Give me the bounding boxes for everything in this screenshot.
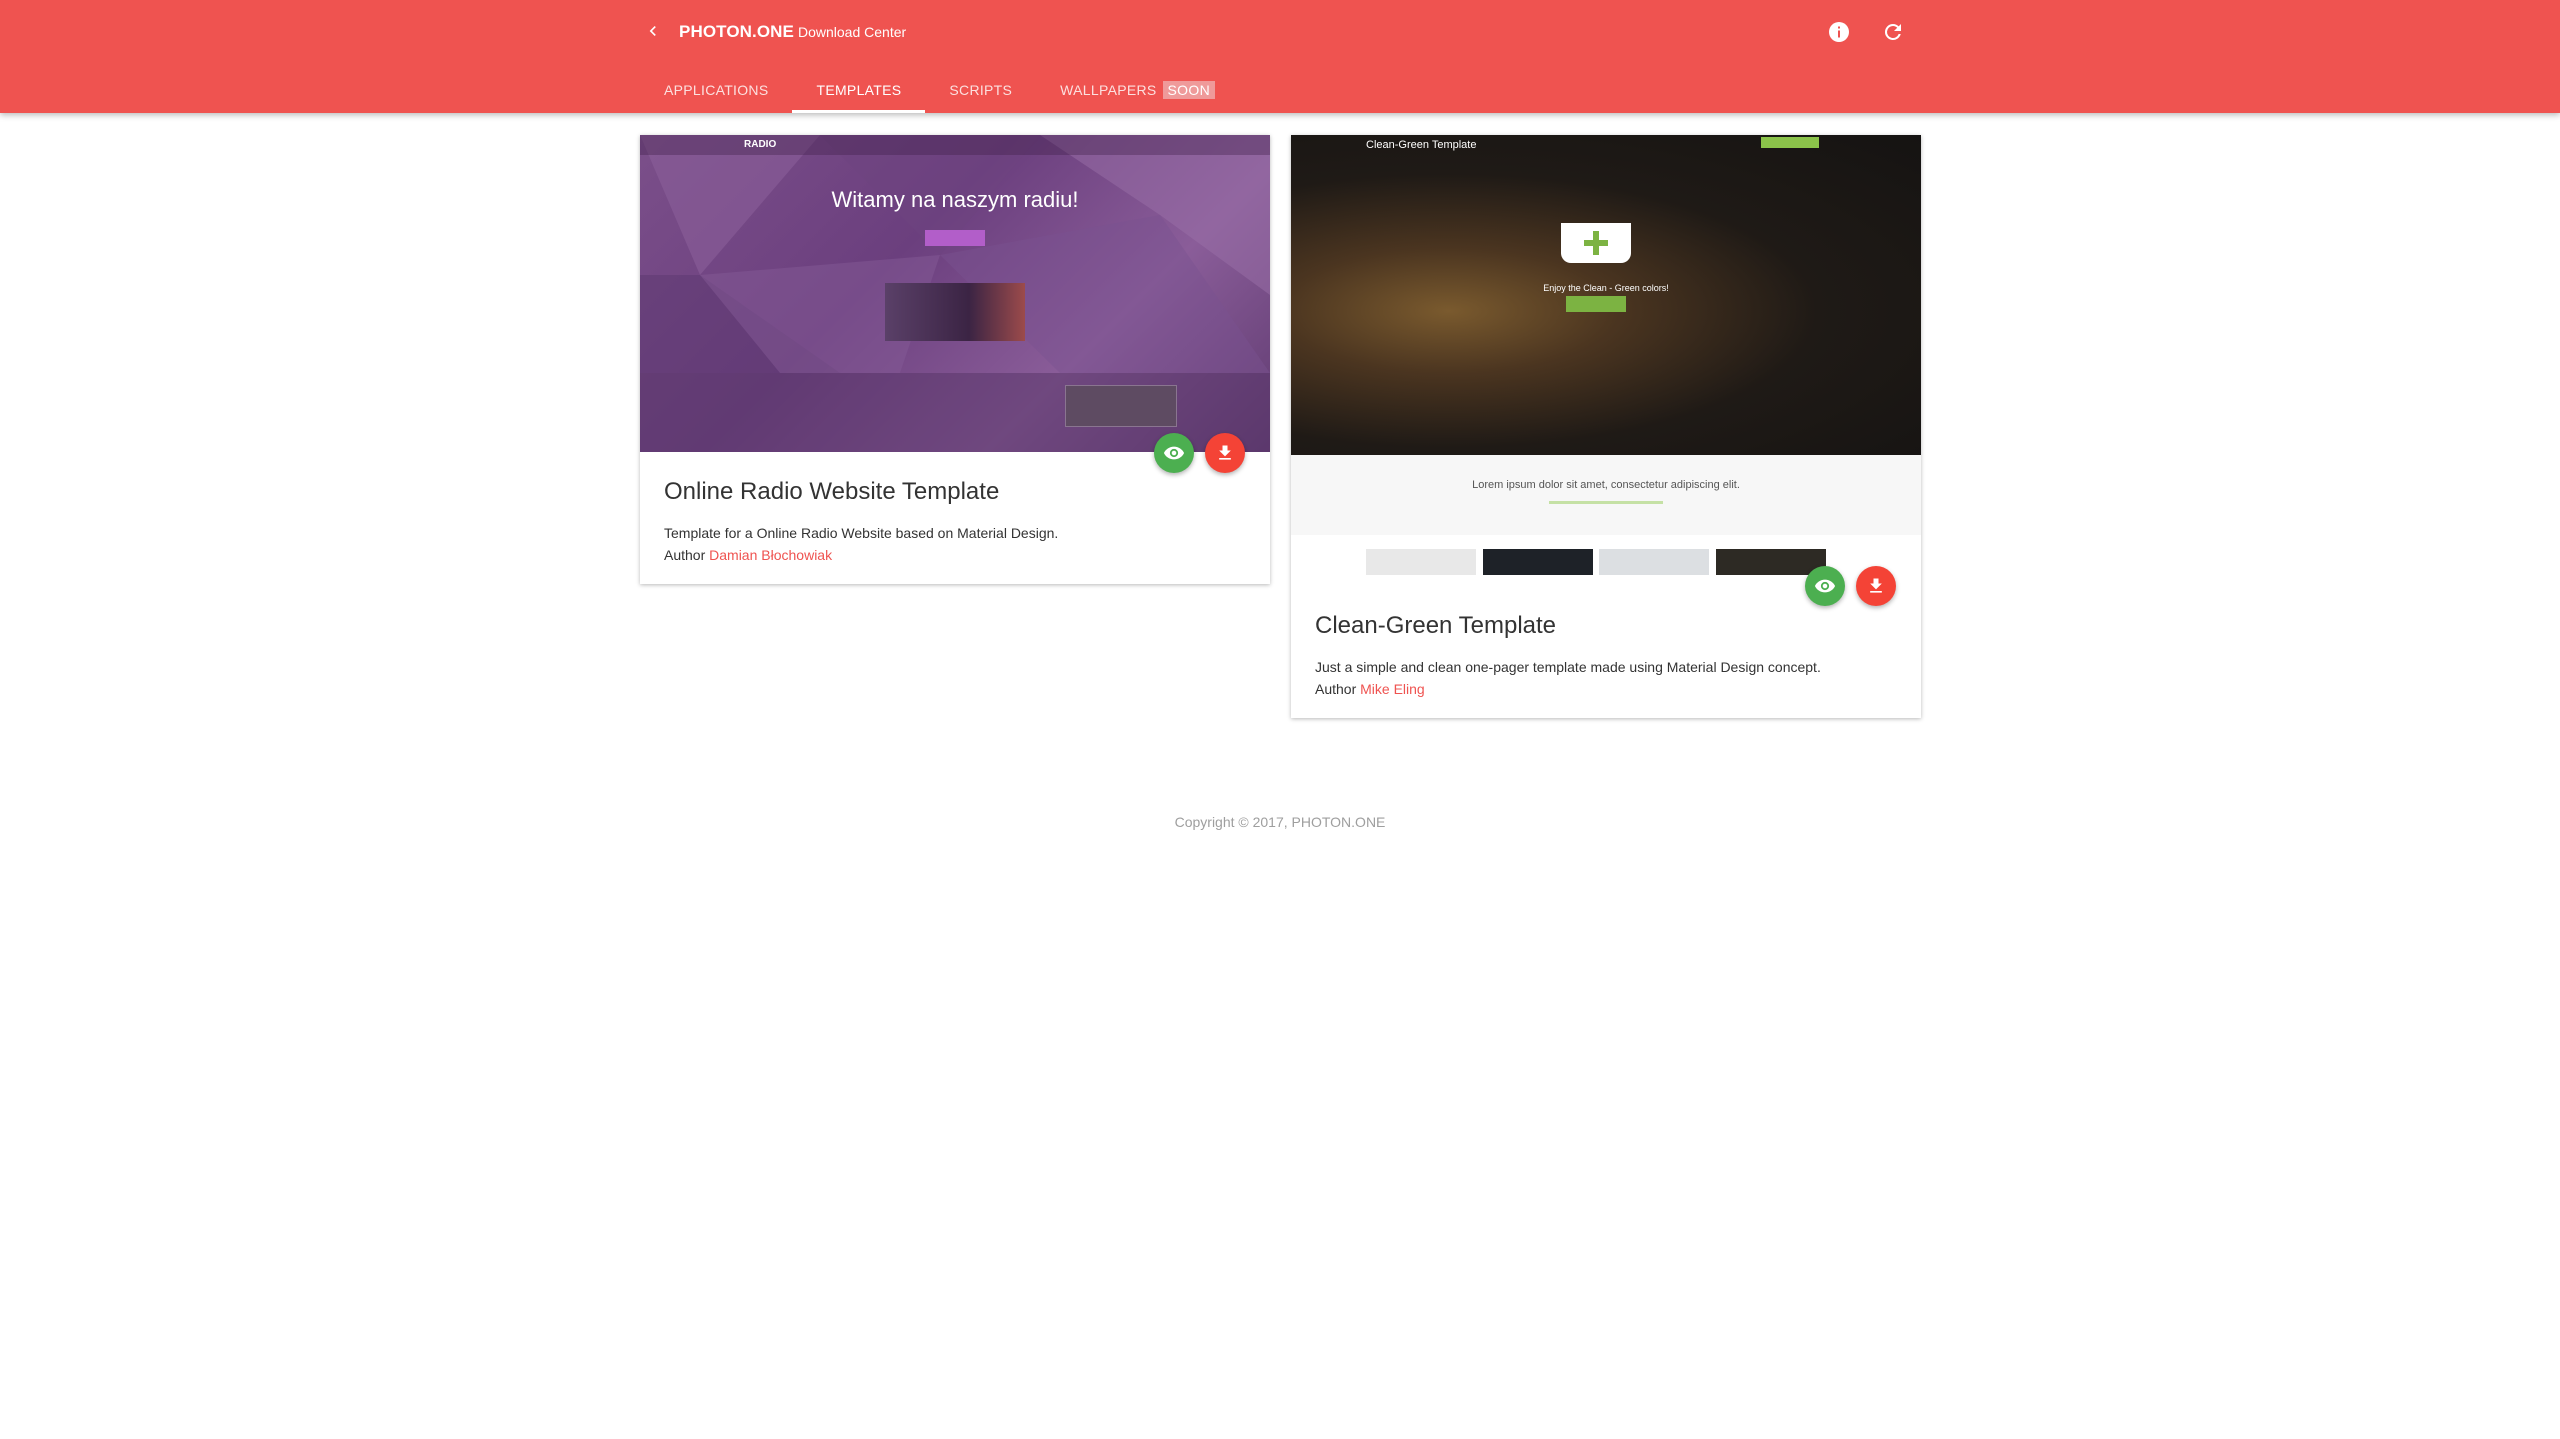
brand-title: PHOTON.ONE Download Center <box>679 22 906 42</box>
tab-wallpapers[interactable]: WALLPAPERS SOON <box>1036 66 1239 113</box>
preview-lorem-section: Lorem ipsum dolor sit amet, consectetur … <box>1291 455 1921 535</box>
author-link[interactable]: Mike Eling <box>1360 681 1425 697</box>
preview-logo: Clean-Green Template <box>1366 139 1477 151</box>
author-label: Author <box>1315 681 1357 697</box>
card-body: Online Radio Website Template Template f… <box>664 478 1246 566</box>
author-label: Author <box>664 547 706 563</box>
preview-button[interactable] <box>1154 433 1194 473</box>
gallery-thumb <box>1716 549 1826 575</box>
preview-lorem-link <box>1549 501 1663 504</box>
card-description: Template for a Online Radio Website base… <box>664 525 1059 541</box>
chevron-left-icon <box>649 26 656 36</box>
download-button[interactable] <box>1856 566 1896 606</box>
template-card-clean-green: Clean-Green Template Enjoy the Clean - G… <box>1291 135 1921 718</box>
author-link[interactable]: Damian Błochowiak <box>709 547 832 563</box>
tab-scripts[interactable]: SCRIPTS <box>925 66 1036 113</box>
gallery-thumb <box>1366 549 1476 575</box>
tab-label: SCRIPTS <box>949 81 1013 98</box>
preview-button[interactable] <box>1805 566 1845 606</box>
preview-hero: Clean-Green Template Enjoy the Clean - G… <box>1291 135 1921 455</box>
template-card-radio: RADIO Witamy na naszym radiu! Online Rad… <box>640 135 1270 584</box>
card-description: Just a simple and clean one-pager templa… <box>1315 659 1821 675</box>
refresh-icon <box>1884 23 1901 40</box>
card-title: Clean-Green Template <box>1315 612 1557 639</box>
download-button[interactable] <box>1205 433 1245 473</box>
preview-box-logo <box>1561 223 1631 263</box>
brand-name: PHOTON.ONE <box>679 22 794 41</box>
soon-badge: SOON <box>1162 80 1215 99</box>
preview-tagline: Enjoy the Clean - Green colors! <box>1543 283 1669 293</box>
gallery-thumb <box>1483 549 1593 575</box>
tab-bar: APPLICATIONS TEMPLATES SCRIPTS WALLPAPER… <box>640 66 1239 113</box>
preview-heading: Witamy na naszym radiu! <box>831 187 1079 212</box>
app-bar: PHOTON.ONE Download Center APPLICATIONS T… <box>0 0 2560 113</box>
download-icon <box>1870 578 1882 593</box>
card-author: Author Mike Eling <box>1315 678 1897 700</box>
card-body: Clean-Green Template Just a simple and c… <box>1315 612 1897 700</box>
eye-icon <box>1163 446 1185 460</box>
preview-logo: RADIO <box>744 139 777 150</box>
preview-lorem-text: Lorem ipsum dolor sit amet, consectetur … <box>1472 479 1740 491</box>
preview-button <box>925 230 985 246</box>
info-icon <box>1829 22 1849 42</box>
preview-player <box>885 283 1025 341</box>
tab-templates[interactable]: TEMPLATES <box>792 66 926 113</box>
template-preview-image[interactable]: Clean-Green Template Enjoy the Clean - G… <box>1291 135 1921 585</box>
card-author: Author Damian Błochowiak <box>664 544 1246 566</box>
gallery-thumb <box>1599 549 1709 575</box>
tab-label: WALLPAPERS <box>1060 81 1157 98</box>
preview-button <box>1566 296 1626 312</box>
tab-label: APPLICATIONS <box>664 81 769 98</box>
download-icon <box>1219 445 1231 460</box>
eye-icon <box>1814 579 1836 593</box>
tab-applications[interactable]: APPLICATIONS <box>640 66 792 113</box>
preview-widget <box>1065 385 1177 427</box>
preview-gallery-strip <box>1291 535 1921 575</box>
preview-nav <box>640 135 1270 155</box>
refresh-button[interactable] <box>1877 16 1909 48</box>
back-button[interactable] <box>638 16 668 46</box>
preview-nav-button <box>1761 137 1819 148</box>
plus-icon <box>1584 231 1608 255</box>
tab-label: TEMPLATES <box>816 81 902 98</box>
card-title: Online Radio Website Template <box>664 478 1000 505</box>
copyright-footer: Copyright © 2017, PHOTON.ONE <box>1174 814 1386 830</box>
info-button[interactable] <box>1823 16 1855 48</box>
brand-subtitle: Download Center <box>797 24 907 40</box>
template-preview-image[interactable]: RADIO Witamy na naszym radiu! <box>640 135 1270 452</box>
